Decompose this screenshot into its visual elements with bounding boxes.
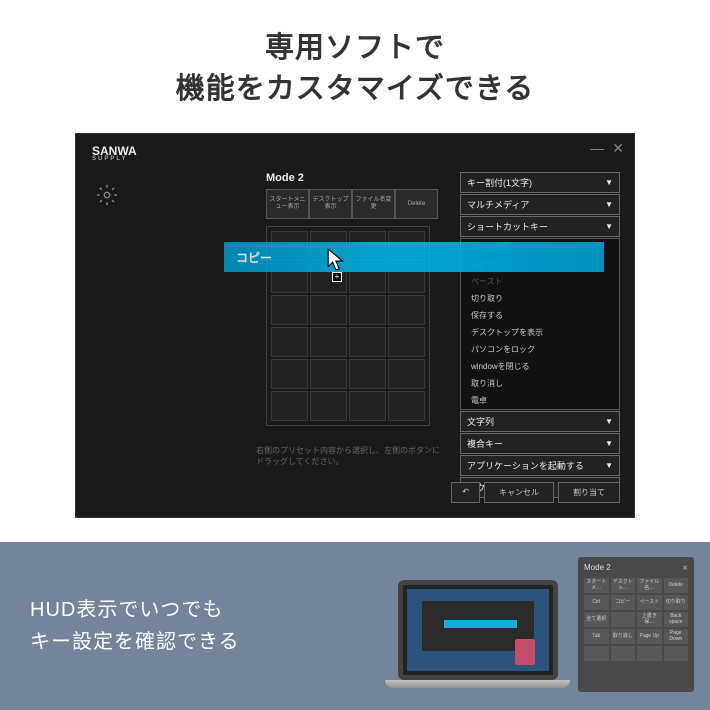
key-cell[interactable]: [388, 391, 425, 421]
dropdown-launch-app[interactable]: アプリケーションを起動する▼: [460, 455, 620, 476]
submenu-lock-pc[interactable]: パソコンをロック: [461, 341, 619, 358]
submenu-calculator[interactable]: 電卓: [461, 392, 619, 409]
dropdown-shortcut[interactable]: ショートカットキー▼: [460, 216, 620, 237]
tab-desktop[interactable]: デスクトップ表示: [309, 189, 352, 219]
hud-key: 取り消し: [611, 629, 636, 644]
lower-section: HUD表示でいつでも キー設定を確認できる Mode 2 × スタートメ… デス…: [0, 542, 710, 710]
key-cell[interactable]: [271, 391, 308, 421]
close-icon[interactable]: ×: [682, 563, 688, 574]
chevron-down-icon: ▼: [605, 178, 613, 187]
help-text: 右側のプリセット内容から選択し、左側のボタンに ドラッグしてください。: [256, 445, 440, 467]
key-cell[interactable]: [271, 359, 308, 389]
hud-key: Page Down: [664, 629, 689, 644]
heading-line1: 専用ソフトで: [0, 28, 710, 69]
hud-key: Ctrl: [584, 595, 609, 610]
key-cell[interactable]: [349, 359, 386, 389]
drag-highlight: コピー: [224, 242, 604, 272]
main-heading: 専用ソフトで 機能をカスタマイズできる: [0, 0, 710, 133]
hud-key: [637, 646, 662, 661]
key-cell[interactable]: [349, 295, 386, 325]
hud-key: [584, 646, 609, 661]
tab-delete[interactable]: Delete: [395, 189, 438, 219]
hud-key: 上書き保…: [637, 612, 662, 627]
hud-key: Delete: [664, 578, 689, 593]
key-cell[interactable]: [310, 327, 347, 357]
hud-key: スタートメ…: [584, 578, 609, 593]
brand-logo: SANWA SUPPLY: [92, 146, 137, 162]
key-cell[interactable]: [310, 391, 347, 421]
mode-label: Mode 2: [266, 172, 304, 184]
lower-text: HUD表示でいつでも キー設定を確認できる: [30, 594, 240, 658]
hud-key: 全て選択: [584, 612, 609, 627]
hud-key: 切り取り: [664, 595, 689, 610]
key-cell[interactable]: [310, 295, 347, 325]
heading-line2: 機能をカスタマイズできる: [0, 69, 710, 110]
submenu-show-desktop[interactable]: デスクトップを表示: [461, 324, 619, 341]
right-panel: キー割付(1文字)▼ マルチメディア▼ ショートカットキー▼ すべて選択 コピー…: [460, 172, 620, 499]
hud-key: ファイル名…: [637, 578, 662, 593]
tab-start-menu[interactable]: スタートメニュー表示: [266, 189, 309, 219]
hud-key: デスクトッ…: [611, 578, 636, 593]
assign-button[interactable]: 割り当て: [558, 482, 620, 503]
chevron-down-icon: ▼: [605, 461, 613, 470]
key-cell[interactable]: [310, 359, 347, 389]
hud-key: [664, 646, 689, 661]
dropdown-key-assign[interactable]: キー割付(1文字)▼: [460, 172, 620, 193]
key-cell[interactable]: [388, 295, 425, 325]
close-icon[interactable]: ✕: [612, 140, 624, 157]
tab-rename[interactable]: ファイル名変更: [352, 189, 395, 219]
submenu-save[interactable]: 保存する: [461, 307, 619, 324]
chevron-down-icon: ▼: [605, 439, 613, 448]
tab-row: スタートメニュー表示 デスクトップ表示 ファイル名変更 Delete: [266, 189, 438, 219]
submenu-close-window[interactable]: windowを閉じる: [461, 358, 619, 375]
hud-key: Page Up: [637, 629, 662, 644]
key-cell[interactable]: [349, 391, 386, 421]
hud-key: ペースト: [637, 595, 662, 610]
bottom-buttons: ↶ キャンセル 割り当て: [451, 482, 620, 503]
app-window: — ✕ SANWA SUPPLY Mode 2 スタートメニュー表示 デスクトッ…: [75, 133, 635, 518]
hud-panel: Mode 2 × スタートメ… デスクトッ… ファイル名… Delete Ctr…: [578, 557, 694, 692]
submenu-cut[interactable]: 切り取り: [461, 290, 619, 307]
plus-icon: +: [332, 272, 342, 282]
chevron-down-icon: ▼: [605, 417, 613, 426]
hud-grid: スタートメ… デスクトッ… ファイル名… Delete Ctrl コピー ペース…: [584, 578, 688, 661]
chevron-down-icon: ▼: [605, 222, 613, 231]
gear-icon[interactable]: [96, 184, 118, 206]
undo-button[interactable]: ↶: [451, 482, 480, 503]
dropdown-multimedia[interactable]: マルチメディア▼: [460, 194, 620, 215]
submenu-undo[interactable]: 取り消し: [461, 375, 619, 392]
laptop-illustration: [385, 580, 570, 700]
dropdown-string[interactable]: 文字列▼: [460, 411, 620, 432]
hud-title: Mode 2: [584, 563, 611, 574]
key-cell[interactable]: [271, 295, 308, 325]
chevron-down-icon: ▼: [605, 200, 613, 209]
minimize-icon[interactable]: —: [590, 140, 604, 157]
dropdown-compound[interactable]: 複合キー▼: [460, 433, 620, 454]
hud-key: Tab: [584, 629, 609, 644]
hud-title-row: Mode 2 ×: [584, 563, 688, 574]
key-cell[interactable]: [271, 327, 308, 357]
hud-key: コピー: [611, 595, 636, 610]
key-cell[interactable]: [349, 327, 386, 357]
key-cell[interactable]: [388, 359, 425, 389]
hud-key: Back space: [664, 612, 689, 627]
hud-key: [611, 612, 636, 627]
cancel-button[interactable]: キャンセル: [484, 482, 554, 503]
key-cell[interactable]: [388, 327, 425, 357]
hud-key: [611, 646, 636, 661]
window-controls: — ✕: [590, 140, 624, 157]
drag-label: コピー: [236, 249, 272, 266]
submenu-paste[interactable]: ペースト: [461, 273, 619, 290]
